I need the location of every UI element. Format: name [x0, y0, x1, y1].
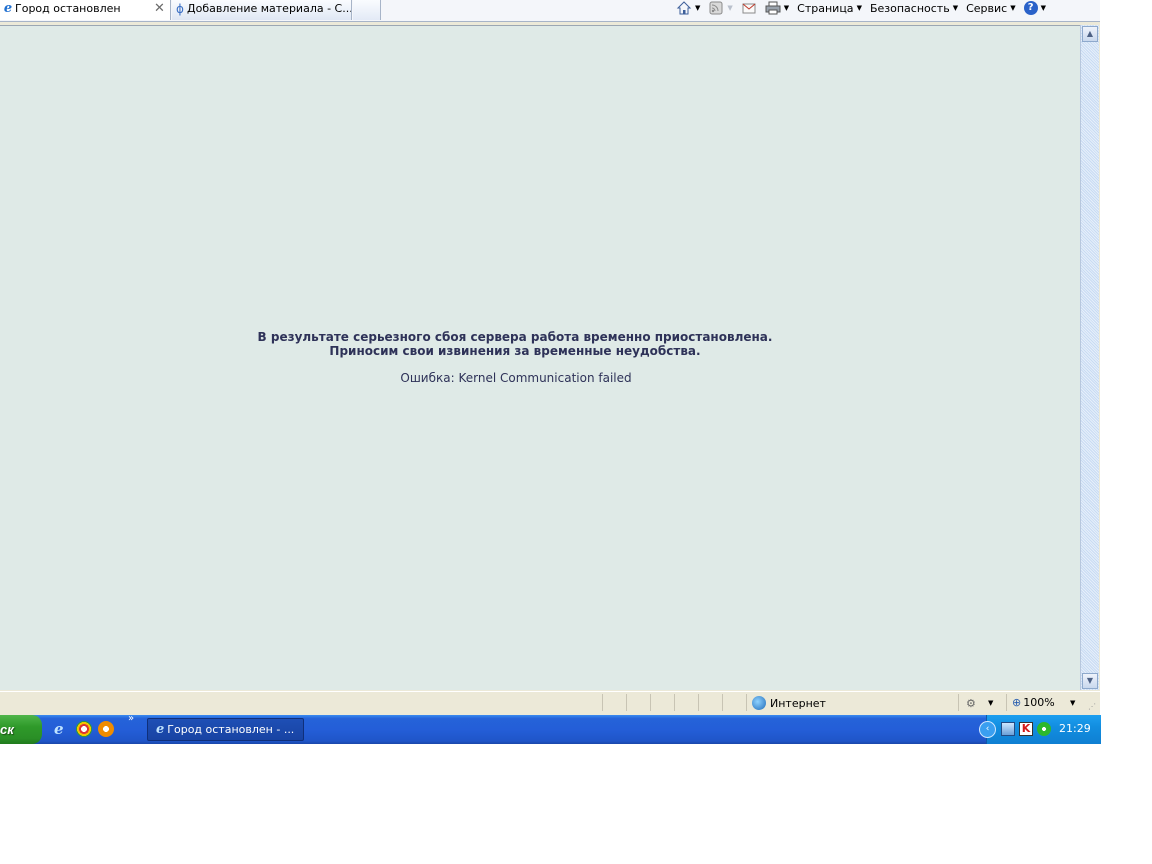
- chevron-right-icon[interactable]: »: [128, 713, 134, 724]
- error-detail: Ошибка: Kernel Communication failed: [400, 371, 632, 385]
- tools-menu-label: Сервис: [966, 1, 1008, 15]
- error-message-line2: Приносим свои извинения за временные неу…: [329, 344, 701, 358]
- status-divider: [746, 694, 747, 711]
- tools-menu[interactable]: Сервис ▼: [962, 2, 1020, 15]
- page-menu[interactable]: Страница ▼: [793, 2, 866, 15]
- tab-label: Добавление материала - С...: [187, 2, 352, 15]
- chevron-down-icon: ▼: [856, 4, 862, 12]
- status-divider: [602, 694, 603, 711]
- taskbar-button-browser[interactable]: e Город остановлен - ...: [147, 718, 304, 741]
- system-tray: ‹ K 21:29: [979, 715, 1101, 744]
- tab-bar: e Город остановлен ✕ ɸ Добавление материал…: [0, 0, 1100, 22]
- network-icon[interactable]: [1001, 722, 1015, 736]
- page-menu-label: Страница: [797, 1, 854, 15]
- chevron-down-icon[interactable]: ▼: [784, 4, 789, 12]
- print-icon: [765, 1, 781, 15]
- zoom-icon: ⊕: [1012, 696, 1022, 709]
- security-menu[interactable]: Безопасность ▼: [866, 2, 962, 15]
- tab-gorod-ostanovlen[interactable]: e Город остановлен ✕: [0, 0, 171, 20]
- chevron-down-icon[interactable]: ▼: [695, 4, 700, 12]
- help-menu[interactable]: ? ▼: [1020, 1, 1050, 15]
- feeds-button[interactable]: ▼: [704, 1, 736, 15]
- quick-launch: e: [54, 721, 114, 737]
- status-divider: [698, 694, 699, 711]
- clock: 21:29: [1059, 722, 1091, 735]
- vertical-scrollbar[interactable]: ▲ ▼: [1080, 25, 1099, 690]
- tab-label: Город остановлен: [15, 2, 121, 15]
- chevron-down-icon: ▼: [1040, 4, 1046, 12]
- security-zone[interactable]: Интернет: [752, 696, 826, 710]
- close-tab-icon[interactable]: ✕: [154, 0, 165, 18]
- rss-icon: [709, 1, 723, 15]
- chevron-down-icon[interactable]: ▼: [988, 699, 993, 707]
- page-content: В результате серьезного сбоя сервера раб…: [0, 25, 1080, 690]
- mail-button[interactable]: [737, 1, 761, 15]
- status-divider: [722, 694, 723, 711]
- tab-dobavlenie-materiala[interactable]: ɸ Добавление материала - С...: [172, 0, 352, 20]
- resize-grip-icon[interactable]: ⋰: [1088, 702, 1096, 711]
- home-button[interactable]: ▼: [672, 1, 704, 15]
- globe-icon: [752, 696, 766, 710]
- print-button[interactable]: ▼: [761, 1, 793, 15]
- zone-label: Интернет: [770, 696, 826, 710]
- status-divider: [1006, 694, 1007, 711]
- help-icon: ?: [1023, 1, 1038, 15]
- chevron-down-icon: ▼: [952, 4, 959, 12]
- status-bar: Интернет ⚙ ▼ ⊕ 100% ▼ ⋰: [0, 691, 1100, 714]
- browser-icon[interactable]: [76, 721, 92, 737]
- home-icon: [676, 1, 692, 15]
- status-divider: [958, 694, 959, 711]
- ie-page-icon: e: [3, 1, 13, 16]
- browser-window: e Город остановлен ✕ ɸ Добавление материал…: [0, 0, 1100, 715]
- error-message-line1: В результате серьезного сбоя сервера раб…: [257, 330, 773, 344]
- status-divider: [626, 694, 627, 711]
- taskbar: ск e » e Город остановлен - ... ‹ K 21:29: [0, 713, 1101, 744]
- security-menu-label: Безопасность: [869, 1, 950, 15]
- new-tab-button[interactable]: [353, 0, 381, 20]
- kaspersky-icon[interactable]: K: [1019, 722, 1033, 736]
- chevron-left-icon[interactable]: ‹: [979, 721, 996, 738]
- ie-icon[interactable]: e: [54, 721, 70, 737]
- scroll-up-button[interactable]: ▲: [1082, 26, 1098, 42]
- status-divider: [650, 694, 651, 711]
- status-divider: [674, 694, 675, 711]
- scroll-down-button[interactable]: ▼: [1082, 673, 1098, 689]
- icq-icon[interactable]: [1037, 722, 1051, 736]
- mail-icon: [742, 3, 756, 14]
- chevron-down-icon: ▼: [1010, 4, 1016, 12]
- media-player-icon[interactable]: [98, 721, 114, 737]
- zoom-label: 100%: [1023, 696, 1055, 709]
- protected-mode-icon[interactable]: ⚙: [966, 697, 976, 710]
- ie-icon: e: [156, 722, 165, 737]
- command-bar: ▼ ▼ ▼ Страница ▼ Безопасность ▼ Сервис ▼…: [672, 0, 1050, 16]
- start-button[interactable]: ск: [0, 715, 42, 744]
- chevron-down-icon[interactable]: ▼: [727, 4, 732, 12]
- zoom-control[interactable]: ⊕ 100%: [1012, 696, 1055, 709]
- chevron-down-icon[interactable]: ▼: [1070, 699, 1075, 707]
- joomla-page-icon: ɸ: [176, 2, 184, 16]
- taskbar-button-label: Город остановлен - ...: [167, 723, 295, 736]
